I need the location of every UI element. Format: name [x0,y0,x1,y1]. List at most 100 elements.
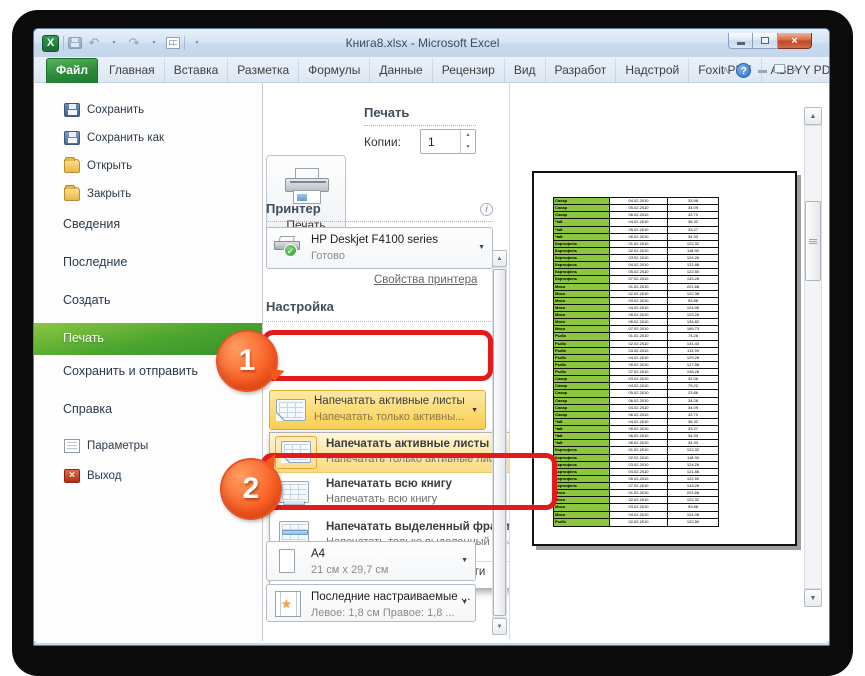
cell-product: Сахар [554,412,610,419]
sidebar-item-сохранить[interactable]: Сохранить [34,96,262,124]
cell-date: 05.02.2010 [610,362,668,369]
cell-price: 118.90 [668,248,718,255]
sidebar-item-создать[interactable]: Создать [34,284,262,322]
cell-price: 34.33 [668,433,718,440]
spin-up-icon[interactable]: ▲ [461,130,475,142]
preview-scroll-thumb[interactable] [805,201,821,281]
help-icon[interactable]: ? [736,63,751,78]
settings-scroll-up[interactable]: ▲ [492,250,507,267]
tab-вид[interactable]: Вид [505,58,546,83]
tab-формулы[interactable]: Формулы [299,58,370,83]
cell-date: 04.02.2010 [610,219,668,226]
table-row: Сахар04.02.201034.09 [554,405,718,412]
cell-product: Картофель [554,447,610,454]
undo-dropdown-icon[interactable]: ▾ [106,35,122,51]
tab-разработ[interactable]: Разработ [546,58,617,83]
restore-button[interactable] [753,33,778,49]
doc-minimize-icon[interactable] [758,70,767,73]
cell-product: Рыба [554,348,610,355]
callout-2: 2 [220,458,282,520]
margins-dropdown[interactable]: ★ Последние настраиваемые ... Левое: 1,8… [266,584,476,622]
cell-product: Картофель [554,262,610,269]
print-preview-pane: Сахар04.02.201033.98Сахар05.02.201034.09… [509,83,830,641]
book-sheet-icon [279,481,309,503]
backstage-view: СохранитьСохранить как Открыть ЗакрытьСвед… [34,83,830,641]
sidebar-item-label: Открыть [87,160,132,172]
undo-icon[interactable]: ↶ [86,35,102,51]
cell-date: 05.02.2010 [610,205,668,212]
printer-dropdown[interactable]: ✓ HP Deskjet F4100 series Готово ▼ [266,227,493,269]
tab-рецензир[interactable]: Рецензир [433,58,505,83]
tab-вставка[interactable]: Вставка [165,58,229,83]
table-row: Рыба02.02.2010131.43 [554,341,718,348]
close-button[interactable]: × [778,33,812,49]
cell-product: Рыба [554,355,610,362]
tab-file[interactable]: Файл [46,58,98,83]
preview-scroll-down[interactable]: ▼ [804,589,822,607]
table-row: Мясо07.02.2010189.73 [554,326,718,333]
sidebar-item-последние[interactable]: Последние [34,246,262,284]
sidebar-item-сведения[interactable]: Сведения [34,208,262,246]
copies-spinner[interactable]: 1 ▲ ▼ [420,129,476,154]
title-bar: X ↶ ▾ ↷ ▾ ▾ Книга8.xlsx - Microsoft Exce… [34,29,830,57]
table-row: Картофель01.02.2010122.32 [554,447,718,454]
menu-item-subtitle: Напечатать только активные листы [326,453,507,465]
cell-date: 01.02.2010 [610,284,668,291]
paper-size-dropdown[interactable]: A4 21 см x 29,7 см ▼ [266,541,476,581]
table-row: Мясо01.02.2010221.68 [554,490,718,497]
chevron-down-icon: ▼ [461,599,468,606]
cell-price: 33.27 [668,426,718,433]
sidebar-item-сохранить-как[interactable]: Сохранить как [34,124,262,152]
cell-price: 189.73 [668,326,718,333]
settings-scroll-thumb[interactable] [493,269,506,616]
cell-product: Мясо [554,512,610,519]
print-area-dropdown[interactable]: Напечатать активные листы Напечатать тол… [269,390,486,430]
table-row: Сахар06.02.201042.73 [554,212,718,219]
cell-product: Чай [554,433,610,440]
info-icon[interactable]: i [480,203,493,216]
tab-главная[interactable]: Главная [100,58,165,83]
save-icon[interactable] [68,37,82,49]
cell-product: Картофель [554,248,610,255]
cell-date: 06.02.2010 [610,319,668,326]
cell-price: 221.68 [668,490,718,497]
cell-date: 05.02.2010 [610,269,668,276]
minimize-button[interactable] [728,33,753,49]
redo-icon[interactable]: ↷ [126,35,142,51]
collapse-ribbon-icon[interactable]: ∧ [722,65,729,76]
preview-scroll-up[interactable]: ▲ [804,107,822,125]
cell-price: 122.50 [668,519,718,526]
table-row: Сахар06.02.201042.73 [554,412,718,419]
preview-scroll-track[interactable] [804,125,822,589]
chevron-down-icon: ▼ [478,244,485,251]
excel-logo-icon[interactable]: X [42,35,59,52]
sidebar-item-справка[interactable]: Справка [34,393,262,431]
doc-close-icon[interactable]: × [792,65,798,76]
chevron-down-icon: ▼ [471,407,478,414]
sidebar-item-закрыть[interactable]: Закрыть [34,180,262,208]
cell-product: Чай [554,219,610,226]
settings-scroll-down[interactable]: ▼ [492,618,507,635]
cell-product: Картофель [554,241,610,248]
sidebar-item-параметры[interactable]: Параметры [34,431,262,461]
spin-down-icon[interactable]: ▼ [461,142,475,154]
cell-date: 07.02.2010 [610,276,668,283]
tab-разметка[interactable]: Разметка [228,58,299,83]
table-row: Картофель01.02.2010122.32 [554,241,718,248]
table-row: Картофель04.02.2010121.88 [554,262,718,269]
tab-надстрой[interactable]: Надстрой [616,58,689,83]
cell-date: 01.02.2010 [610,447,668,454]
sidebar-item-открыть[interactable]: Открыть [34,152,262,180]
printer-ready-check-icon: ✓ [284,244,297,257]
cell-date: 07.02.2010 [610,483,668,490]
menu-item-title: Напечатать активные листы [326,438,489,450]
cell-price: 148.28 [668,369,718,376]
sidebar-item-label: Параметры [87,440,148,452]
tab-данные[interactable]: Данные [370,58,432,83]
cell-price: 134.82 [668,319,718,326]
copies-value[interactable]: 1 [421,130,460,153]
table-row: Чай04.02.201036.32 [554,419,718,426]
doc-restore-icon[interactable] [774,64,785,73]
printer-properties-link[interactable]: Свойства принтера [374,274,477,286]
cell-product: Сахар [554,390,610,397]
